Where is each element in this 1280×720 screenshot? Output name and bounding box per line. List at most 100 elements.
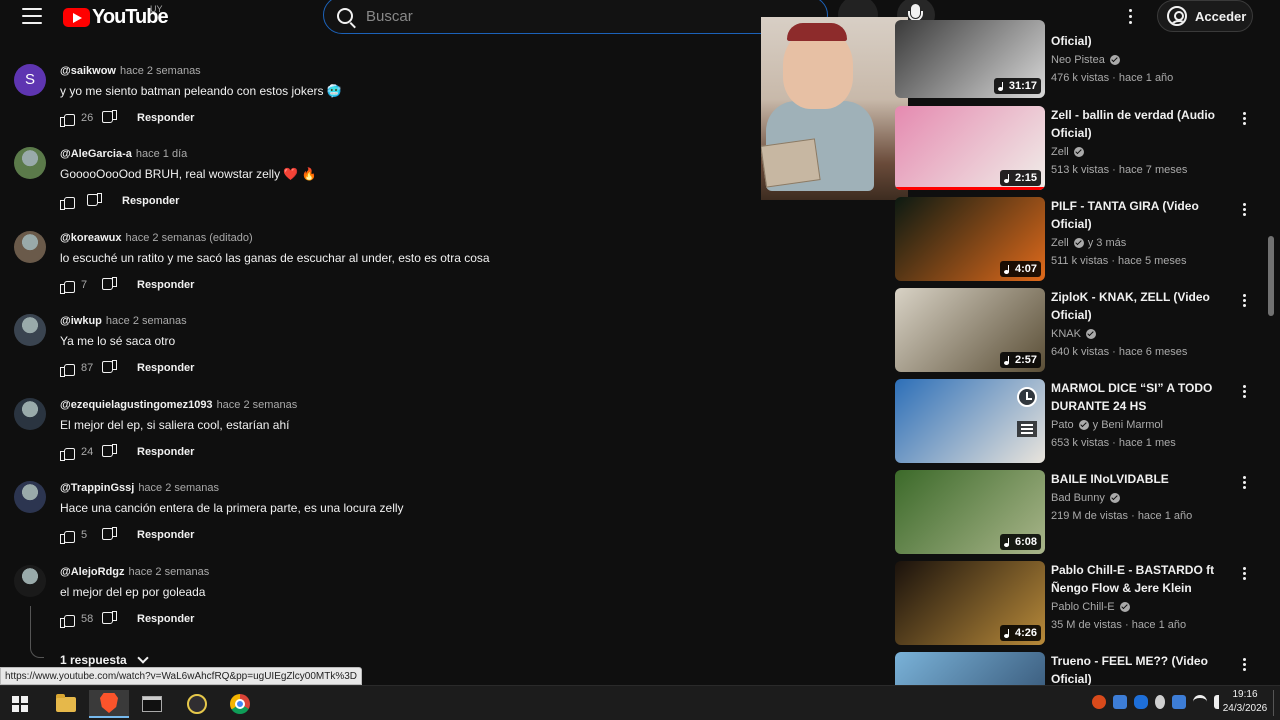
commenter-avatar[interactable]: S (14, 64, 46, 96)
video-channel[interactable]: Pato y Beni Marmol (1051, 419, 1163, 431)
dislike-icon[interactable] (103, 529, 117, 542)
dislike-icon[interactable] (103, 112, 117, 125)
video-thumbnail[interactable]: 2:57 (895, 288, 1045, 372)
comment-time[interactable]: hace 2 semanas (106, 315, 187, 327)
comment-author[interactable]: @saikwow hace 2 semanas (60, 65, 201, 77)
taskbar-chrome[interactable] (220, 690, 260, 718)
add-to-queue-icon[interactable] (1017, 421, 1037, 437)
more-actions-icon[interactable] (1243, 658, 1247, 672)
comment-time[interactable]: hace 1 día (136, 148, 187, 160)
taskbar-terminal[interactable] (132, 690, 172, 718)
dislike-icon[interactable] (103, 446, 117, 459)
comment-author[interactable]: @TrappinGssj hace 2 semanas (60, 482, 219, 494)
video-title[interactable]: BAILE INoLVIDABLE (1051, 470, 1236, 488)
comment-author[interactable]: @ezequielagustingomez1093 hace 2 semanas (60, 399, 297, 411)
tray-app-icon[interactable] (1113, 695, 1127, 709)
taskbar-file-explorer[interactable] (46, 690, 86, 718)
related-video[interactable]: 4:07 PILF - TANTA GIRA (Video Oficial) Z… (894, 197, 1266, 283)
wifi-icon[interactable] (1193, 695, 1207, 709)
video-channel[interactable]: Zell (1051, 146, 1084, 158)
related-video[interactable]: 31:17 Oficial) Neo Pistea 476 k vistas ·… (894, 20, 1266, 106)
video-title[interactable]: Trueno - FEEL ME?? (Video Oficial) (1051, 652, 1236, 688)
more-actions-icon[interactable] (1243, 112, 1247, 126)
related-video[interactable]: 2:57 ZiploK - KNAK, ZELL (Video Oficial)… (894, 288, 1266, 374)
video-title[interactable]: Pablo Chill-E - BASTARDO ft Ñengo Flow &… (1051, 561, 1236, 597)
more-actions-icon[interactable] (1243, 203, 1247, 217)
video-thumbnail[interactable]: 31:17 (895, 20, 1045, 98)
more-actions-icon[interactable] (1243, 476, 1247, 490)
like-icon[interactable] (60, 529, 75, 544)
video-thumbnail[interactable]: 2:15 (895, 106, 1045, 190)
taskbar-obs[interactable] (177, 690, 217, 718)
comment-time[interactable]: hace 2 semanas (120, 65, 201, 77)
reply-button[interactable]: Responder (137, 613, 194, 625)
like-icon[interactable] (60, 362, 75, 377)
commenter-avatar[interactable] (14, 231, 46, 263)
video-channel[interactable]: Neo Pistea (1051, 54, 1120, 66)
more-actions-icon[interactable] (1243, 385, 1247, 399)
video-channel[interactable]: Zell y 3 más (1051, 237, 1126, 249)
comment-time[interactable]: hace 2 semanas (129, 566, 210, 578)
dislike-icon[interactable] (103, 613, 117, 626)
video-title[interactable]: Oficial) (1051, 32, 1236, 50)
commenter-avatar[interactable] (14, 565, 46, 597)
like-icon[interactable] (60, 195, 75, 210)
video-thumbnail[interactable]: 6:08 (895, 470, 1045, 554)
comment-time[interactable]: hace 2 semanas (editado) (125, 232, 252, 244)
video-thumbnail[interactable] (895, 379, 1045, 463)
watch-later-icon[interactable] (1017, 387, 1037, 407)
page-scrollbar[interactable] (1266, 40, 1280, 680)
mini-player[interactable] (761, 17, 908, 200)
like-icon[interactable] (60, 279, 75, 294)
commenter-avatar[interactable] (14, 147, 46, 179)
taskbar-brave[interactable] (89, 690, 129, 718)
related-video[interactable]: 2:15 Zell - ballin de verdad (Audio Ofic… (894, 106, 1266, 192)
commenter-avatar[interactable] (14, 398, 46, 430)
commenter-avatar[interactable] (14, 481, 46, 513)
video-channel[interactable]: KNAK (1051, 328, 1096, 340)
more-actions-icon[interactable] (1243, 294, 1247, 308)
reply-button[interactable]: Responder (137, 112, 194, 124)
menu-icon[interactable] (22, 8, 42, 24)
replies-toggle[interactable]: 1 respuesta (60, 652, 149, 667)
scrollbar-thumb[interactable] (1268, 236, 1274, 316)
video-title[interactable]: ZiploK - KNAK, ZELL (Video Oficial) (1051, 288, 1236, 324)
like-icon[interactable] (60, 112, 75, 127)
comment-time[interactable]: hace 2 semanas (138, 482, 219, 494)
video-channel[interactable]: Pablo Chill-E (1051, 601, 1130, 613)
reply-button[interactable]: Responder (122, 195, 179, 207)
bluetooth-icon[interactable] (1134, 695, 1148, 709)
more-actions-icon[interactable] (1243, 567, 1247, 581)
video-channel[interactable]: Bad Bunny (1051, 492, 1120, 504)
taskbar-clock[interactable]: 19:16 24/3/2026 (1220, 688, 1270, 716)
comment-author[interactable]: @AleGarcia-a hace 1 día (60, 148, 187, 160)
video-thumbnail[interactable]: 4:07 (895, 197, 1045, 281)
show-desktop-button[interactable] (1273, 690, 1280, 716)
video-title[interactable]: PILF - TANTA GIRA (Video Oficial) (1051, 197, 1236, 233)
tray-app-icon[interactable] (1172, 695, 1186, 709)
video-thumbnail[interactable]: 4:26 (895, 561, 1045, 645)
like-icon[interactable] (60, 446, 75, 461)
dislike-icon[interactable] (103, 362, 117, 375)
commenter-avatar[interactable] (14, 314, 46, 346)
reply-button[interactable]: Responder (137, 362, 194, 374)
microphone-icon[interactable] (1155, 695, 1165, 709)
comment-author[interactable]: @iwkup hace 2 semanas (60, 315, 187, 327)
related-video[interactable]: 4:26 Pablo Chill-E - BASTARDO ft Ñengo F… (894, 561, 1266, 647)
related-video[interactable]: MARMOL DICE “SI” A TODO DURANTE 24 HS Pa… (894, 379, 1266, 465)
dislike-icon[interactable] (88, 195, 102, 208)
reply-button[interactable]: Responder (137, 446, 194, 458)
reply-button[interactable]: Responder (137, 279, 194, 291)
video-title[interactable]: Zell - ballin de verdad (Audio Oficial) (1051, 106, 1236, 142)
comment-author[interactable]: @koreawux hace 2 semanas (editado) (60, 232, 253, 244)
start-button[interactable] (0, 690, 40, 718)
related-video[interactable]: 6:08 BAILE INoLVIDABLE Bad Bunny 219 M d… (894, 470, 1266, 556)
dislike-icon[interactable] (103, 279, 117, 292)
tray-app-icon[interactable] (1092, 695, 1106, 709)
video-title[interactable]: MARMOL DICE “SI” A TODO DURANTE 24 HS (1051, 379, 1236, 415)
comment-author[interactable]: @AlejoRdgz hace 2 semanas (60, 566, 209, 578)
comment-time[interactable]: hace 2 semanas (217, 399, 298, 411)
reply-button[interactable]: Responder (137, 529, 194, 541)
search-input[interactable] (366, 6, 786, 26)
search-box[interactable] (323, 0, 828, 34)
